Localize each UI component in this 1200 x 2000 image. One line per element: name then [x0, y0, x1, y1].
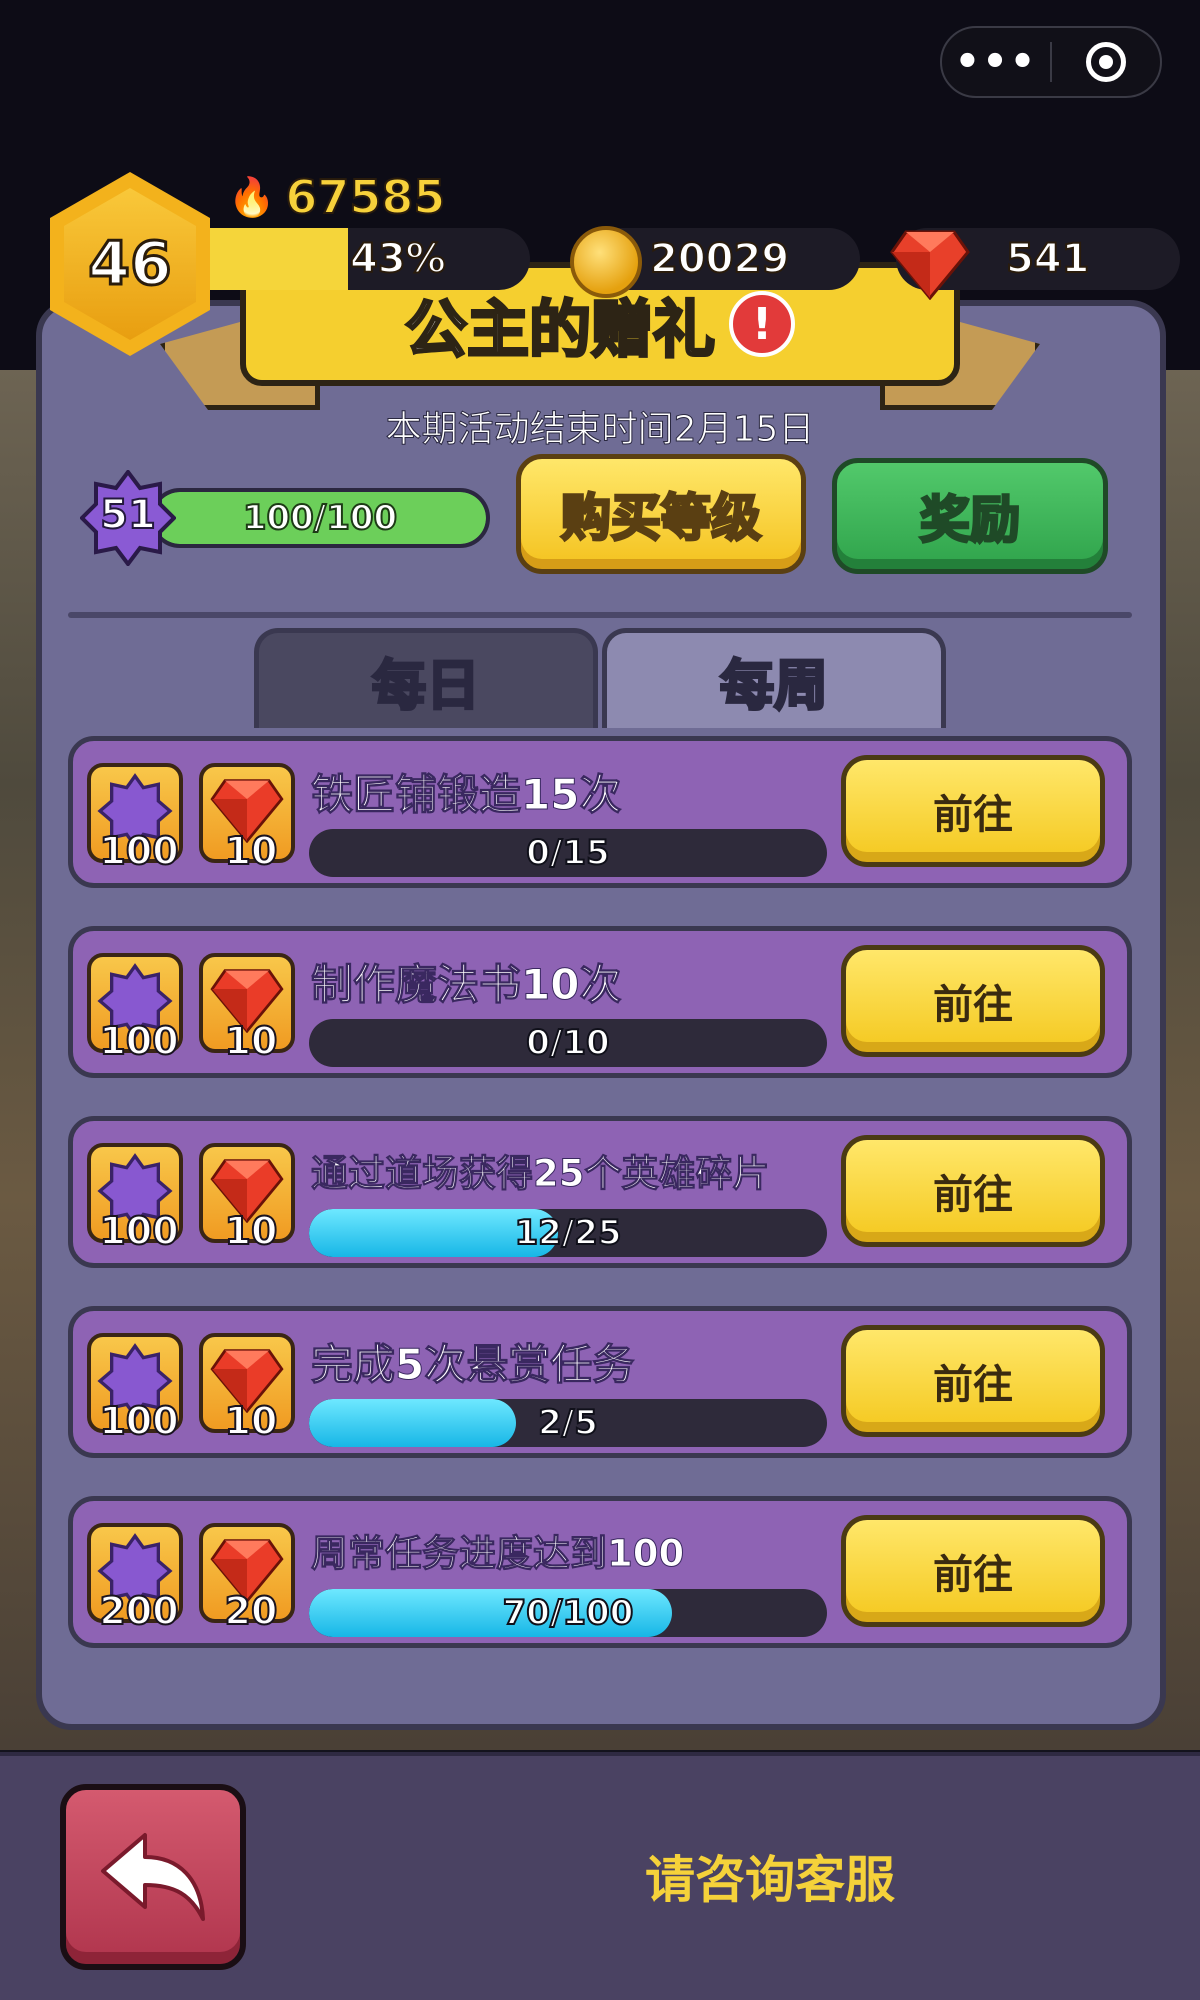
gem-reward-box: 10: [199, 1143, 295, 1254]
xp-percent-label: 43%: [349, 235, 447, 283]
task-progress-label: 0/15: [525, 832, 610, 874]
power-display: 🔥 67585: [228, 169, 446, 225]
target-circle-icon[interactable]: [1052, 42, 1160, 82]
go-button-label: 前往: [933, 792, 1013, 838]
gem-value: 541: [1005, 235, 1090, 283]
buy-level-label: 购买等级: [560, 488, 763, 549]
task-progress-bar: 0/15: [309, 829, 827, 877]
gold-coin-icon: [570, 226, 642, 298]
gem-reward-box: 10: [199, 953, 295, 1064]
task-title: 完成5次悬赏任务: [310, 1340, 635, 1390]
go-button[interactable]: 前往: [841, 1135, 1105, 1247]
mini-program-capsule: •••: [940, 26, 1162, 98]
gem-reward-box: 10: [199, 1333, 295, 1444]
contact-support-text[interactable]: 请咨询客服: [0, 1840, 1200, 1912]
task-progress-label: 70/100: [502, 1592, 635, 1634]
task-progress-bar: 12/25: [309, 1209, 827, 1257]
xp-progress-bar: 43%: [210, 228, 530, 290]
gem-reward-box: 10: [199, 763, 295, 874]
gem-icon: [890, 230, 970, 300]
go-button[interactable]: 前往: [841, 1325, 1105, 1437]
go-button[interactable]: 前往: [841, 945, 1105, 1057]
gem-reward-qty: 10: [224, 828, 279, 874]
star-reward-box: 100: [87, 763, 183, 874]
go-button[interactable]: 前往: [841, 755, 1105, 867]
xp-progress-fill: [210, 228, 348, 290]
pass-star-badge-icon: [80, 470, 176, 566]
star-reward-box: 200: [87, 1523, 183, 1634]
star-reward-box: 100: [87, 953, 183, 1064]
reward-label: 奖励: [919, 490, 1022, 551]
task-row: 100 10 完成5次悬赏任务 2/5 前往: [68, 1306, 1132, 1458]
task-progress-label: 0/10: [525, 1022, 610, 1064]
go-button-label: 前往: [933, 1552, 1013, 1598]
go-button-label: 前往: [933, 1362, 1013, 1408]
gem-reward-qty: 10: [224, 1018, 279, 1064]
go-button[interactable]: 前往: [841, 1515, 1105, 1627]
star-reward-qty: 100: [98, 1018, 179, 1064]
tab-weekly-label: 每周: [719, 653, 830, 719]
task-progress-label: 2/5: [537, 1402, 599, 1444]
tab-daily-label: 每日: [371, 653, 482, 719]
go-button-label: 前往: [933, 982, 1013, 1028]
task-row: 100 10 通过道场获得25个英雄碎片 12/25 前往: [68, 1116, 1132, 1268]
flame-icon: 🔥: [228, 174, 276, 219]
event-end-time: 本期活动结束时间2月15日: [385, 409, 815, 451]
star-reward-qty: 100: [98, 1398, 179, 1444]
tab-weekly[interactable]: 每周: [602, 628, 946, 728]
event-title: 公主的赠礼: [403, 292, 716, 368]
task-progress-label: 12/25: [513, 1212, 622, 1254]
go-button-label: 前往: [933, 1172, 1013, 1218]
task-title: 制作魔法书10次: [310, 960, 622, 1010]
gem-reward-box: 20: [199, 1523, 295, 1634]
star-reward-qty: 100: [98, 828, 179, 874]
star-reward-box: 100: [87, 1333, 183, 1444]
gem-reward-qty: 10: [224, 1208, 279, 1254]
star-reward-box: 100: [87, 1143, 183, 1254]
star-reward-qty: 100: [98, 1208, 179, 1254]
buy-level-button[interactable]: 购买等级: [516, 454, 806, 574]
alert-icon[interactable]: !: [729, 291, 795, 357]
task-progress-bar: 70/100: [309, 1589, 827, 1637]
star-reward-qty: 200: [98, 1588, 179, 1634]
power-value: 67585: [284, 169, 446, 225]
more-dots-icon[interactable]: •••: [942, 42, 1050, 82]
section-divider: [68, 612, 1132, 618]
tab-daily[interactable]: 每日: [254, 628, 598, 728]
task-row: 200 20 周常任务进度达到100 70/100 前往: [68, 1496, 1132, 1648]
task-row: 100 10 铁匠铺锻造15次 0/15 前往: [68, 736, 1132, 888]
task-title: 铁匠铺锻造15次: [310, 770, 622, 820]
reward-button[interactable]: 奖励: [832, 458, 1108, 574]
task-progress-bar: 2/5: [309, 1399, 827, 1447]
task-row: 100 10 制作魔法书10次 0/10 前往: [68, 926, 1132, 1078]
task-title: 周常任务进度达到100: [310, 1532, 685, 1576]
player-level-value: 46: [87, 228, 173, 301]
task-progress-bar: 0/10: [309, 1019, 827, 1067]
pass-progress-bar: 100/100: [150, 488, 490, 548]
gold-value: 20029: [649, 235, 790, 283]
gem-reward-qty: 20: [224, 1588, 279, 1634]
gem-reward-qty: 10: [224, 1398, 279, 1444]
pass-progress-label: 100/100: [242, 497, 398, 539]
task-title: 通过道场获得25个英雄碎片: [311, 1152, 770, 1196]
